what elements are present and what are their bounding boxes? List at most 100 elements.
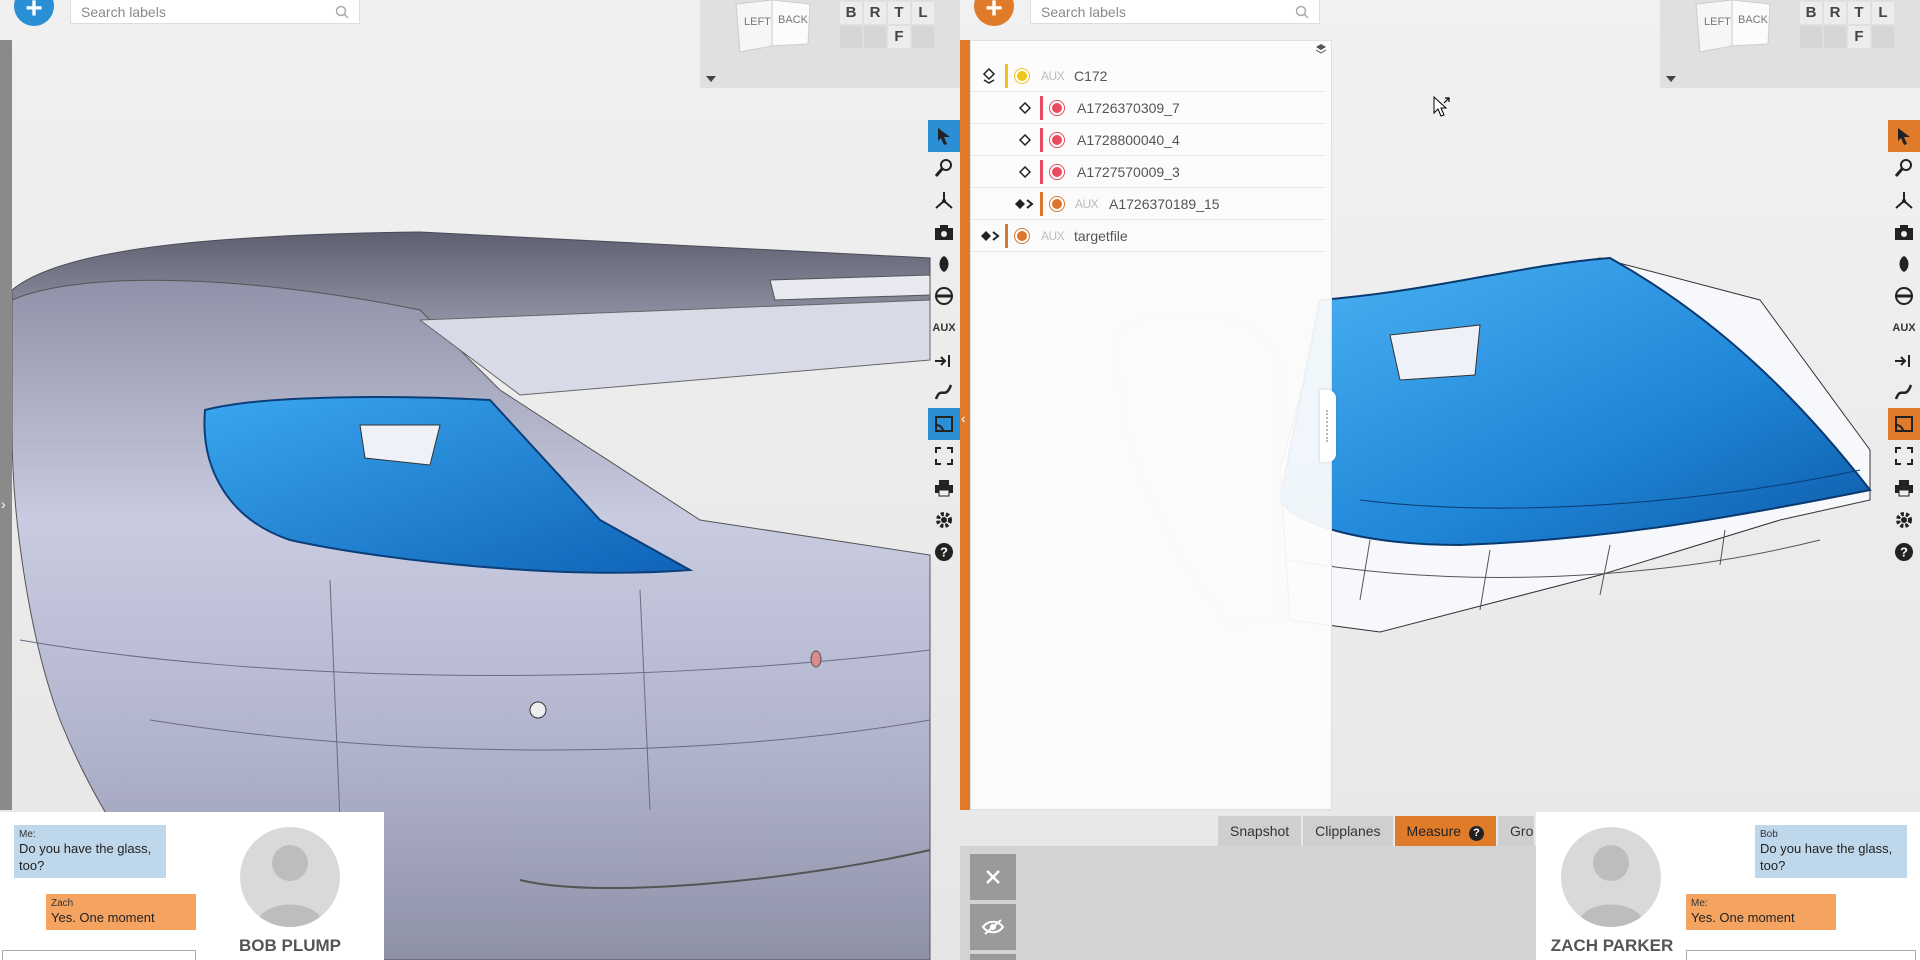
tab-snapshot[interactable]: Snapshot [1218,816,1302,846]
spline-icon[interactable] [928,376,960,408]
tree-color-bar [1005,64,1008,88]
expand-arrow-icon[interactable]: › [1,496,6,512]
face-f-button[interactable]: F [1848,26,1870,48]
magnifier-icon[interactable] [928,152,960,184]
cast-icon[interactable] [1888,408,1920,440]
face-b-button[interactable]: B [840,2,862,24]
node-expand-icon[interactable] [1013,196,1035,212]
visibility-dot[interactable] [1050,133,1064,147]
chat-message: Me: Do you have the glass, too? [14,825,166,878]
tree-label: C172 [1074,68,1108,84]
hide-button[interactable] [970,904,1016,950]
cast-icon[interactable] [928,408,960,440]
ruler-icon[interactable] [1888,280,1920,312]
layers-icon[interactable] [1315,43,1327,55]
tree-row[interactable]: A1728800040_4 [971,124,1326,156]
tree-collapse-strip[interactable]: ‹ [960,40,970,810]
tree-row[interactable]: AUX targetfile [971,220,1326,252]
visibility-dot[interactable] [1050,101,1064,115]
fullscreen-icon[interactable] [1888,440,1920,472]
magnifier-icon[interactable] [1888,152,1920,184]
face-t-button[interactable]: T [1848,2,1870,24]
view-face-buttons: B R T L F [1800,2,1894,48]
axes-icon[interactable] [928,184,960,216]
face-b-button[interactable]: B [1800,2,1822,24]
aux-tag: AUX [1041,229,1065,243]
collapse-arrow-icon[interactable]: ‹ [961,410,966,426]
view-cube[interactable]: LEFT BACK [732,0,812,53]
node-diamond-icon[interactable] [1017,164,1033,180]
tree-label: targetfile [1074,228,1128,244]
tab-measure[interactable]: Measure? [1394,816,1497,846]
svg-text:?: ? [940,545,948,560]
face-t-button[interactable]: T [888,2,910,24]
aux-button[interactable]: AUX [1888,312,1920,344]
print-icon[interactable] [928,472,960,504]
close-icon [986,870,1000,884]
ruler-icon[interactable] [928,280,960,312]
visibility-dot[interactable] [1050,197,1064,211]
spline-icon[interactable] [1888,376,1920,408]
help-icon[interactable]: ? [928,536,960,568]
expand-collapse-icon[interactable] [981,67,997,84]
search-input[interactable] [1041,3,1295,20]
view-cube[interactable]: LEFT BACK [1692,0,1772,53]
tree-row[interactable]: AUX A1726370189_15 [971,188,1326,220]
left-viewer[interactable]: › + LEFT BACK B R T L F [0,0,960,960]
print-icon[interactable] [1888,472,1920,504]
tree-row[interactable]: AUX C172 [971,60,1326,92]
visibility-dot[interactable] [1015,229,1029,243]
face-l-button[interactable]: L [912,2,934,24]
axes-icon[interactable] [1888,184,1920,216]
camera-icon[interactable] [928,216,960,248]
tree-label: A1726370309_7 [1077,100,1180,116]
measure-help-icon[interactable]: ? [1469,826,1485,841]
search-icon[interactable] [1295,5,1309,19]
select-arrow-icon[interactable] [1888,120,1920,152]
avatar [1561,827,1661,927]
aux-button[interactable]: AUX [928,312,960,344]
panel-resize-handle[interactable] [1320,390,1336,462]
tab-group[interactable]: Gro [1498,816,1535,846]
visibility-dot[interactable] [1050,165,1064,179]
left-collapse-strip[interactable]: › [0,40,12,810]
close-panel-button[interactable] [970,854,1016,900]
camera-icon[interactable] [1888,216,1920,248]
node-expand-icon[interactable] [979,228,1001,244]
search-labels-box [70,0,360,24]
face-r-button[interactable]: R [1824,2,1846,24]
node-diamond-icon[interactable] [1017,100,1033,116]
section-icon[interactable] [1888,344,1920,376]
face-f-button[interactable]: F [888,26,910,48]
material-icon[interactable] [928,248,960,280]
fullscreen-icon[interactable] [928,440,960,472]
node-diamond-icon[interactable] [1017,132,1033,148]
material-icon[interactable] [1888,248,1920,280]
face-blank-1 [1800,26,1822,48]
chat-input[interactable] [1686,950,1916,960]
search-icon[interactable] [335,5,349,19]
select-arrow-icon[interactable] [928,120,960,152]
panel-button-3[interactable] [970,954,1016,960]
face-r-button[interactable]: R [864,2,886,24]
right-viewer[interactable]: + LEFT BACK B R T L F ‹ [960,0,1920,960]
chat-message: Bob Do you have the glass, too? [1755,825,1907,878]
chat-sender: Me: [1691,898,1708,909]
help-icon[interactable]: ? [1888,536,1920,568]
settings-gear-icon[interactable] [928,504,960,536]
user-name: BOB PLUMP [239,936,341,955]
settings-gear-icon[interactable] [1888,504,1920,536]
tree-color-bar [1040,160,1043,184]
tree-row[interactable]: A1726370309_7 [971,92,1326,124]
chat-panel: ZACH PARKER Bob Do you have the glass, t… [1536,812,1920,960]
tree-row[interactable]: A1727570009_3 [971,156,1326,188]
tab-clipplanes[interactable]: Clipplanes [1303,816,1393,846]
visibility-dot[interactable] [1015,69,1029,83]
section-icon[interactable] [928,344,960,376]
search-input[interactable] [81,3,335,20]
panel-caret-icon[interactable] [1666,76,1676,82]
panel-caret-icon[interactable] [706,76,716,82]
cube-back-label: BACK [1738,14,1768,26]
face-l-button[interactable]: L [1872,2,1894,24]
chat-input[interactable] [2,950,196,960]
